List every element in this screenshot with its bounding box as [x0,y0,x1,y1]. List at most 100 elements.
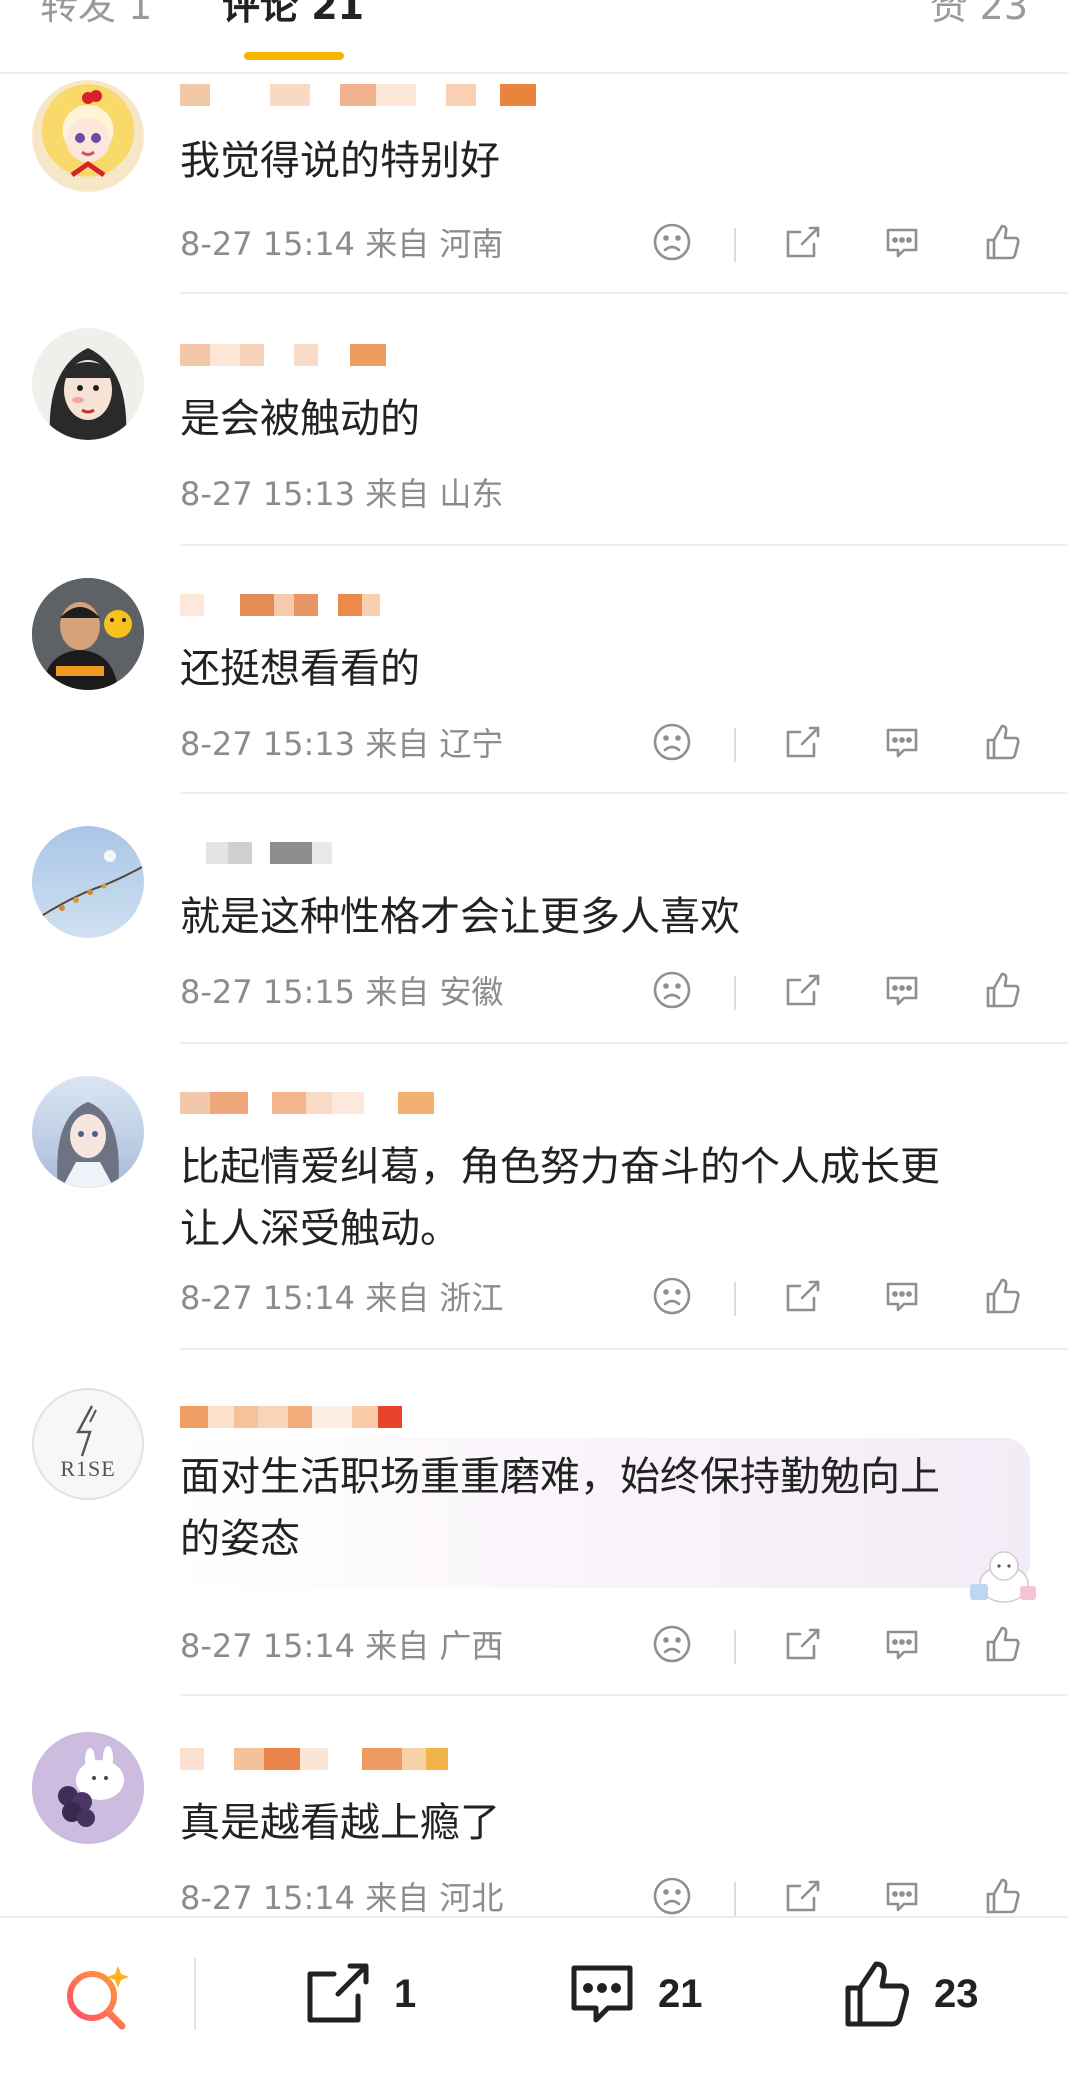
comment-item: 真是越看越上瘾了 8-27 15:14 来自 河北 [0,1696,1068,1916]
comment-actions [650,1274,1030,1322]
comment-meta: 8-27 15:14 来自 河南 [180,224,503,264]
comment-actions [650,1622,1030,1670]
comment-meta: 8-27 15:15 来自 安徽 [180,972,503,1012]
comment-count: 21 [658,1971,703,2016]
comment-meta: 8-27 15:14 来自 河北 [180,1878,503,1916]
action-divider [734,1630,736,1664]
reply-icon[interactable] [880,1622,928,1670]
comment-time: 8-27 15:14 [180,1279,356,1317]
rise-logo-text: R1SE [60,1456,116,1481]
comment-actions [650,720,1030,768]
active-tab-indicator [244,52,344,60]
action-divider [734,728,736,762]
share-icon[interactable] [780,220,828,268]
comment-location: 来自 河北 [365,1879,504,1916]
share-icon[interactable] [780,968,828,1016]
man-photo-avatar[interactable] [32,578,144,690]
anime-girl-avatar[interactable] [32,80,144,192]
comment-actions [650,968,1030,1016]
action-divider [734,976,736,1010]
search-icon[interactable] [58,1956,138,2036]
comment-location: 来自 广西 [365,1627,504,1665]
comment-item: 是会被触动的 8-27 15:13 来自 山东 [0,294,1068,546]
comment-text: 真是越看越上瘾了 [180,1800,500,1846]
comment-time: 8-27 15:13 [180,725,356,763]
sky-branch-avatar[interactable] [32,826,144,938]
comment-actions [650,220,1030,268]
comment-time: 8-27 15:13 [180,475,356,513]
comment-item: 就是这种性格才会让更多人喜欢 8-27 15:15 来自 安徽 [0,794,1068,1044]
dislike-icon[interactable] [650,968,698,1016]
comment-text: 是会被触动的 [180,396,420,442]
thumbs-up-icon[interactable] [980,968,1028,1016]
tab-repost[interactable]: 转发 1 [40,0,152,26]
thumbs-up-icon[interactable] [980,1622,1028,1670]
dislike-icon[interactable] [650,1874,698,1916]
comment-actions [650,1874,1030,1916]
comment-item: 还挺想看看的 8-27 15:13 来自 辽宁 [0,546,1068,794]
like-count: 23 [934,1971,979,2016]
reply-icon[interactable] [880,968,928,1016]
tab-comments[interactable]: 评论 21 [222,0,364,26]
comment-location: 来自 浙江 [365,1279,504,1317]
comment-time: 8-27 15:14 [180,1879,356,1916]
thumbs-up-icon[interactable] [980,720,1028,768]
dislike-icon[interactable] [650,720,698,768]
dislike-icon[interactable] [650,1622,698,1670]
thumbs-up-icon[interactable] [980,1874,1028,1916]
thumbs-up-icon [845,1961,909,2027]
share-icon[interactable] [780,1274,828,1322]
repost-button[interactable]: 1 [300,1954,416,2034]
repost-count: 1 [394,1971,417,2016]
comment-location: 来自 河南 [365,225,504,263]
thumbs-up-icon[interactable] [980,1274,1028,1322]
username-blurred[interactable] [180,840,332,866]
username-blurred[interactable] [180,82,536,108]
share-icon[interactable] [780,1622,828,1670]
reply-icon[interactable] [880,720,928,768]
action-divider [734,1282,736,1316]
comment-meta: 8-27 15:14 来自 浙江 [180,1278,503,1318]
username-blurred[interactable] [180,342,386,368]
comment-text: 面对生活职场重重磨难，始终保持勤勉向上 的姿态 [180,1454,940,1562]
illustrated-girl-avatar[interactable] [32,328,144,440]
thumbs-up-icon[interactable] [980,220,1028,268]
comment-button[interactable]: 21 [564,1954,703,2034]
username-blurred[interactable] [180,1404,402,1430]
comment-item: 我觉得说的特别好 8-27 15:14 来自 河南 [0,72,1068,294]
reply-icon[interactable] [880,1874,928,1916]
anime-character-avatar[interactable] [32,1076,144,1188]
reply-icon[interactable] [880,220,928,268]
rise-logo-avatar[interactable]: R1SE [32,1388,144,1500]
share-icon[interactable] [780,1874,828,1916]
bottom-bar-divider [194,1958,196,2030]
dislike-icon[interactable] [650,1274,698,1322]
comment-location: 来自 辽宁 [365,725,504,763]
tab-bar: 转发 1 评论 21 赞 23 [0,0,1068,74]
comment-meta: 8-27 15:13 来自 山东 [180,474,503,514]
comment-time: 8-27 15:15 [180,973,356,1011]
reply-icon[interactable] [880,1274,928,1322]
share-icon [307,1963,369,2023]
comment-text: 比起情爱纠葛，角色努力奋斗的个人成长更 让人深受触动。 [180,1144,940,1252]
share-icon[interactable] [780,720,828,768]
like-button[interactable]: 23 [840,1954,979,2034]
dislike-icon[interactable] [650,220,698,268]
bunny-grapes-avatar[interactable] [32,1732,144,1844]
comment-meta: 8-27 15:14 来自 广西 [180,1626,503,1666]
comment-icon [571,1965,633,2023]
bottom-action-bar: 1 21 23 [0,1916,1068,2080]
action-divider [734,1882,736,1916]
comment-meta: 8-27 15:13 来自 辽宁 [180,724,503,764]
comment-location: 来自 安徽 [365,973,504,1011]
username-blurred[interactable] [180,1746,448,1772]
tab-likes[interactable]: 赞 23 [930,0,1028,26]
comment-text: 就是这种性格才会让更多人喜欢 [180,894,740,940]
comment-text: 还挺想看看的 [180,646,420,692]
comment-time: 8-27 15:14 [180,1627,356,1665]
action-divider [734,228,736,262]
comment-item: R1SE 面对生活职场重重磨难，始终保持勤勉向上 的姿态 8-27 15:14 … [0,1350,1068,1696]
comment-item: 比起情爱纠葛，角色努力奋斗的个人成长更 让人深受触动。 8-27 15:14 来… [0,1044,1068,1350]
username-blurred[interactable] [180,1090,434,1116]
username-blurred[interactable] [180,592,380,618]
